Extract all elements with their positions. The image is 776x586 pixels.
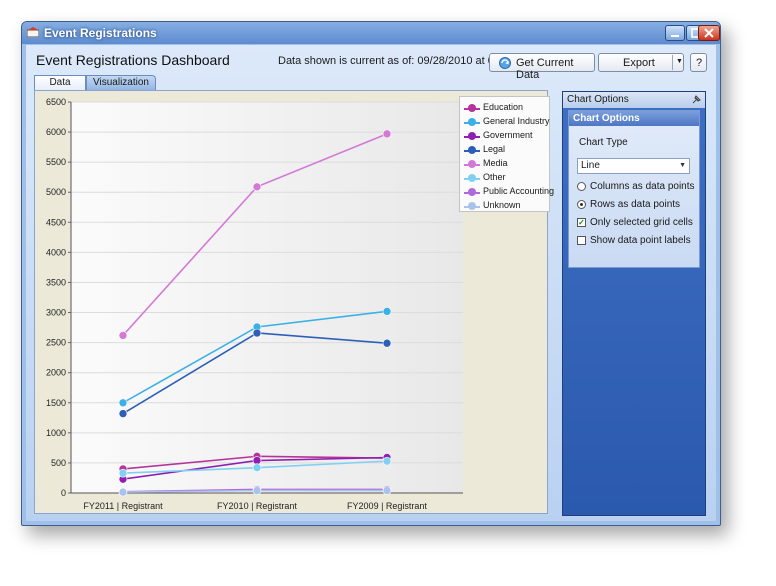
y-tick-label: 4500 — [46, 217, 66, 227]
y-tick-label: 1500 — [46, 398, 66, 408]
y-tick-label: 500 — [51, 458, 66, 468]
pin-icon[interactable] — [691, 95, 701, 105]
y-tick-label: 5500 — [46, 157, 66, 167]
window-title: Event Registrations — [44, 26, 157, 40]
legend-label: Unknown — [483, 200, 521, 210]
data-point[interactable] — [118, 409, 128, 418]
y-tick-label: 6500 — [46, 97, 66, 107]
export-label: Export — [623, 57, 655, 69]
show-data-point-labels-checkbox[interactable] — [577, 236, 586, 245]
legend-item: Unknown — [464, 200, 550, 214]
x-tick-label: FY2010 | Registrant — [217, 501, 297, 511]
export-dropdown-icon[interactable]: ▼ — [676, 58, 683, 65]
dashboard-title: Event Registrations Dashboard — [36, 52, 230, 68]
data-point[interactable] — [382, 129, 392, 139]
minimize-icon — [671, 35, 679, 37]
chart-options-panel: Chart Options Chart Options Chart Type L… — [562, 91, 706, 516]
data-point[interactable] — [252, 463, 262, 473]
legend-item: Public Accounting — [464, 186, 554, 200]
close-button[interactable] — [698, 25, 720, 41]
x-tick-label: FY2011 | Registrant — [83, 501, 163, 511]
legend-item: Media — [464, 158, 550, 172]
legend-label: Other — [483, 172, 506, 182]
data-point[interactable] — [382, 338, 392, 348]
get-current-data-button[interactable]: Get Current Data — [489, 53, 595, 81]
legend-marker-icon — [468, 160, 476, 168]
legend-marker-icon — [468, 118, 476, 126]
columns-as-data-points-label: Columns as data points — [590, 181, 695, 192]
data-point[interactable] — [118, 468, 128, 478]
close-icon — [704, 28, 714, 38]
legend-item: Government — [464, 130, 550, 144]
app-icon — [27, 27, 39, 37]
chart-options-panel-title: Chart Options — [567, 94, 629, 105]
legend-label: Media — [483, 158, 508, 168]
help-label: ? — [696, 57, 703, 69]
only-selected-grid-cells-label: Only selected grid cells — [590, 217, 693, 228]
y-tick-label: 1000 — [46, 428, 66, 438]
legend-item: General Industry — [464, 116, 550, 130]
data-point[interactable] — [252, 182, 262, 192]
tab-data[interactable]: Data — [34, 75, 86, 90]
legend-label: General Industry — [483, 116, 550, 126]
legend-label: Education — [483, 102, 524, 112]
legend-marker-icon — [468, 174, 476, 182]
legend-label: Public Accounting — [483, 186, 555, 196]
minimize-button[interactable] — [665, 25, 685, 41]
data-point[interactable] — [382, 307, 392, 316]
legend-label: Legal — [483, 144, 506, 154]
series-line — [122, 133, 388, 336]
data-point[interactable] — [252, 456, 262, 465]
chart-panel: 0 500 1000 1500 2000 2500 3000 3500 4000 4500 5000… — [34, 90, 554, 514]
series-line — [122, 332, 388, 415]
y-tick-label: 0 — [61, 488, 66, 498]
legend-marker-icon — [468, 202, 476, 210]
y-tick-label: 2500 — [46, 338, 66, 348]
chart-type-select[interactable]: Line ▼ — [577, 158, 690, 174]
legend-marker-icon — [468, 146, 476, 154]
window-client: Event Registrations Dashboard Data shown… — [26, 45, 716, 521]
y-tick-label: 3500 — [46, 277, 66, 287]
y-tick-label: 2000 — [46, 368, 66, 378]
title-bar[interactable]: Event Registrations — [22, 22, 720, 44]
get-current-data-label: Get Current Data — [516, 57, 574, 81]
data-point[interactable] — [252, 486, 262, 495]
data-point[interactable] — [382, 486, 392, 495]
tab-visualization[interactable]: Visualization — [86, 75, 156, 90]
x-tick-label: FY2009 | Registrant — [347, 501, 427, 511]
data-point[interactable] — [252, 328, 262, 338]
rows-as-data-points-radio[interactable] — [577, 200, 586, 209]
help-button[interactable]: ? — [690, 53, 707, 72]
legend-marker-icon — [468, 188, 476, 196]
chart-options-panel-header: Chart Options — [563, 92, 705, 108]
legend-item: Legal — [464, 144, 550, 158]
data-point[interactable] — [118, 398, 128, 408]
refresh-data-icon — [499, 57, 511, 69]
export-button[interactable]: Export ▼ — [598, 53, 684, 72]
legend-marker-icon — [468, 104, 476, 112]
app-window: Event Registrations Event Registrations … — [21, 21, 721, 526]
chart-type-label: Chart Type — [579, 137, 628, 148]
data-point[interactable] — [118, 331, 128, 340]
y-tick-label: 4000 — [46, 247, 66, 257]
legend-item: Other — [464, 172, 550, 186]
only-selected-grid-cells-checkbox[interactable]: ✓ — [577, 218, 586, 227]
data-point[interactable] — [118, 487, 128, 497]
chart-options-section: Chart Options Chart Type Line ▼ Columns … — [568, 110, 700, 268]
chart-legend: Education General Industry Government Legal… — [459, 96, 554, 214]
legend-marker-icon — [468, 132, 476, 140]
y-tick-label: 3000 — [46, 308, 66, 318]
y-tick-label: 5000 — [46, 187, 66, 197]
show-data-point-labels-label: Show data point labels — [590, 235, 691, 246]
legend-label: Government — [483, 130, 533, 140]
columns-as-data-points-radio[interactable] — [577, 182, 586, 191]
legend-item: Education — [464, 102, 550, 116]
chart-options-section-title: Chart Options — [569, 111, 699, 126]
y-tick-label: 6000 — [46, 127, 66, 137]
chart-type-value: Line — [581, 160, 600, 171]
chevron-down-icon: ▼ — [679, 162, 686, 169]
rows-as-data-points-label: Rows as data points — [590, 199, 681, 210]
data-point[interactable] — [382, 456, 392, 466]
